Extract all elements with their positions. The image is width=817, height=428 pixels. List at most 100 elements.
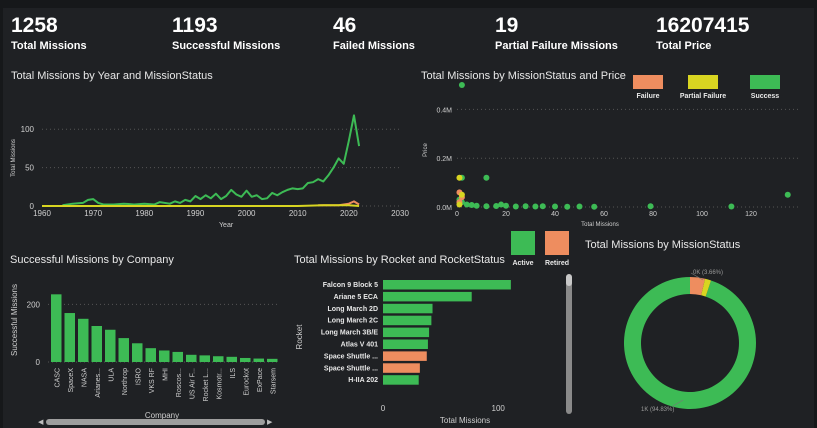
scatter-point: [458, 191, 465, 198]
kpi-successful-missions: 1193 Successful Missions: [172, 14, 280, 53]
y-tick-label: 50: [25, 164, 34, 173]
y-tick-label: 100: [21, 125, 35, 134]
x-tick-label: 100: [696, 211, 708, 218]
category-label: Roscos...: [176, 368, 183, 397]
donut-label-failure: 0K (3.66%): [693, 270, 723, 276]
category-label: CASC: [54, 368, 61, 387]
legend-label: Partial Failure: [680, 93, 726, 100]
vertical-scrollbar-thumb[interactable]: [566, 274, 572, 286]
scatter-chart[interactable]: 0.0M 0.2M 0.4M 0 20 40 60 80 100 120 Total Mission…: [415, 70, 815, 230]
bar: [267, 358, 278, 362]
x-tick-label: 0: [455, 211, 459, 218]
x-tick-label: 120: [745, 211, 757, 218]
bar: [383, 303, 433, 314]
bar: [186, 354, 197, 362]
scatter-point: [784, 191, 791, 198]
bar: [132, 343, 143, 362]
bar: [253, 358, 264, 362]
scatter-point: [522, 203, 529, 210]
scroll-right-arrow-icon[interactable]: ▶: [267, 418, 272, 426]
kpi-value: 19: [495, 14, 519, 37]
category-label: Kosmotr...: [216, 368, 223, 400]
category-label: H-IIA 202: [348, 377, 378, 384]
category-label: Falcon 9 Block 5: [323, 282, 378, 289]
x-tick-label: 1960: [33, 209, 51, 218]
y-tick-label: 0.0M: [436, 205, 452, 212]
y-axis-label: Successful Missions: [10, 284, 19, 356]
kpi-label: Partial Failure Missions: [495, 40, 618, 52]
bar: [145, 348, 156, 362]
y-tick-label: 0: [36, 358, 41, 367]
scatter-point: [647, 203, 654, 210]
y-tick-label: 0.4M: [436, 107, 452, 114]
category-label: Starsem: [270, 368, 277, 394]
legend-swatch-retired: [545, 231, 569, 255]
scatter-point: [539, 203, 546, 210]
y-tick-label: 0.2M: [436, 156, 452, 163]
scatter-point: [468, 202, 475, 209]
line-chart-title: Total Missions by Year and MissionStatus: [11, 70, 213, 82]
category-label: US Air F...: [189, 368, 196, 399]
bar: [383, 291, 472, 302]
scatter-point: [591, 203, 598, 210]
x-tick-label: 2020: [340, 209, 358, 218]
category-label: ULA: [108, 368, 115, 382]
vertical-scrollbar[interactable]: [566, 276, 572, 414]
x-tick-label: 2010: [289, 209, 307, 218]
category-label: Space Shuttle ...: [324, 365, 378, 372]
category-label: MHI: [162, 368, 169, 381]
category-label: SpaceX: [68, 368, 75, 393]
legend-swatch: [688, 75, 718, 89]
legend-label: Failure: [637, 93, 660, 100]
x-tick-label: 2030: [391, 209, 409, 218]
bar: [383, 351, 427, 361]
bar: [91, 326, 102, 362]
kpi-label: Total Price: [656, 40, 712, 52]
donut-chart[interactable]: 0K (3.66%) 1K (94.83%): [585, 250, 814, 425]
kpi-label: Failed Missions: [333, 40, 415, 52]
x-axis-label: Total Missions: [440, 416, 490, 425]
category-label: Space Shuttle ...: [324, 353, 378, 360]
kpi-label: Total Missions: [11, 40, 87, 52]
scatter-point: [456, 201, 463, 208]
scatter-point: [552, 203, 558, 210]
horizontal-scrollbar[interactable]: [46, 419, 265, 425]
y-axis-label: Total Missions: [11, 139, 17, 177]
category-label: Long March 2D: [327, 306, 378, 313]
category-label: VKS RF: [149, 368, 156, 393]
category-label: Atlas V 401: [341, 342, 378, 349]
bar: [383, 280, 511, 290]
scatter-point: [532, 203, 539, 210]
kpi-value: 1193: [172, 14, 218, 37]
category-label: ExPace: [257, 368, 264, 392]
kpi-failed-missions: 46 Failed Missions: [333, 14, 415, 53]
x-tick-label: 1990: [187, 209, 205, 218]
legend-label: Retired: [545, 260, 569, 267]
legend-swatch: [750, 75, 780, 89]
kpi-value: 1258: [11, 14, 58, 37]
bar: [383, 315, 432, 326]
x-axis-label: Total Missions: [581, 222, 619, 228]
legend-label: Success: [751, 93, 780, 100]
scroll-left-arrow-icon[interactable]: ◀: [38, 418, 43, 426]
scatter-point: [483, 203, 490, 210]
line-chart[interactable]: 0501001960 1970 1980 1990 2000 2010 2020 2030Ye…: [0, 85, 410, 235]
donut-label-success: 1K (94.83%): [641, 407, 674, 413]
kpi-total-missions: 1258 Total Missions: [11, 14, 87, 53]
company-chart[interactable]: 0 200 CASC SpaceX NASA Arianes... ULA Northrop I…: [0, 265, 285, 425]
scatter-point: [456, 174, 463, 181]
scatter-point: [458, 82, 465, 88]
series-line-partial-failure: [42, 204, 360, 207]
bar: [383, 339, 428, 349]
kpi-label: Successful Missions: [172, 40, 281, 52]
rocket-chart[interactable]: Active Retired Falcon 9 Block 5 Ariane 5 EC…: [285, 225, 585, 428]
scatter-point: [728, 203, 735, 210]
category-label: Long March 2C: [327, 318, 378, 325]
x-tick-label: 80: [649, 211, 657, 218]
category-label: Eurockot: [243, 368, 250, 396]
kpi-total-price: 16207415 Total Price: [656, 14, 749, 53]
category-label: ISRO: [135, 367, 142, 385]
x-tick-label: 40: [551, 211, 559, 218]
bar: [226, 356, 237, 362]
bar: [118, 338, 129, 362]
